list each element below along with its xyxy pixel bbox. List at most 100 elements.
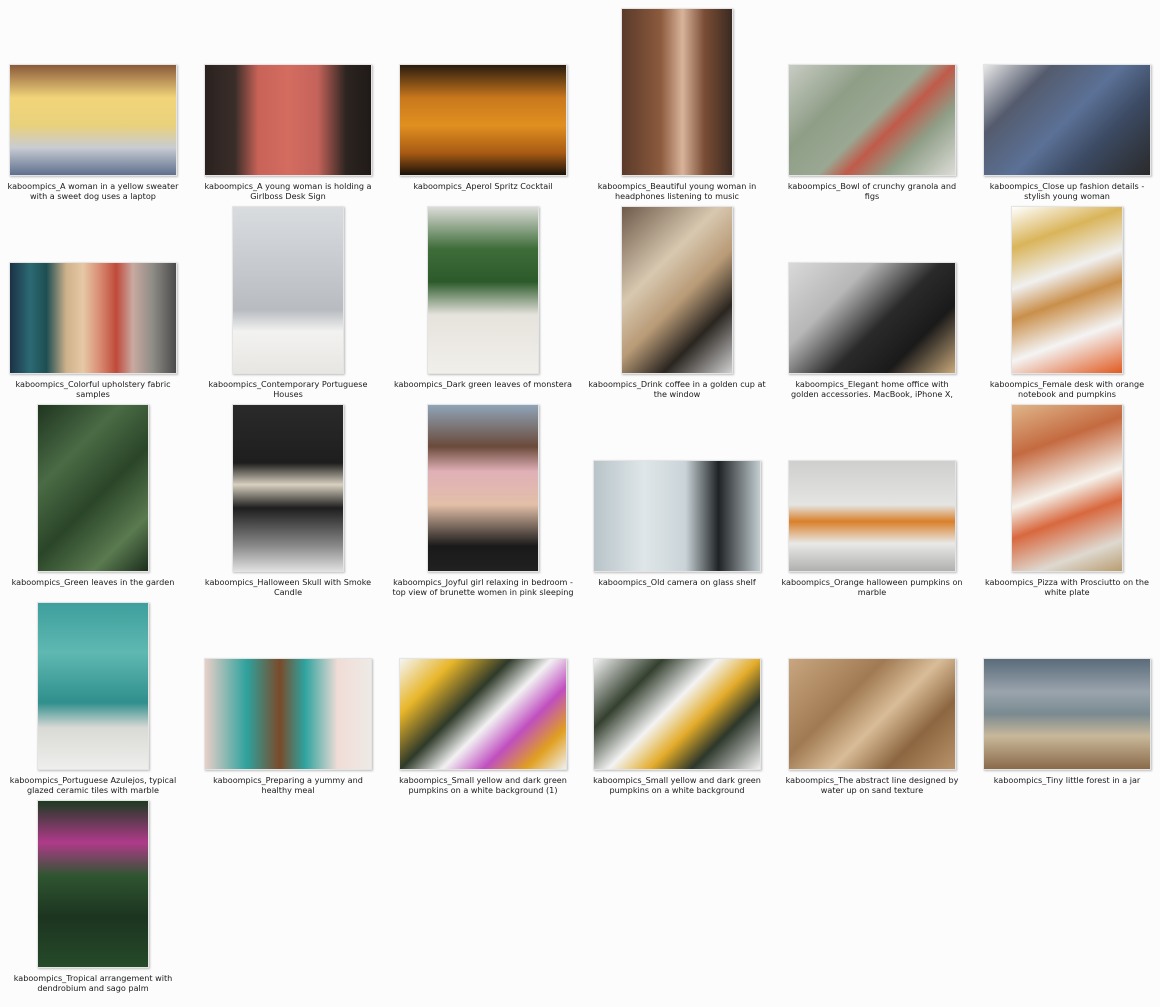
thumbnail-frame xyxy=(392,404,574,572)
thumbnail-frame xyxy=(976,404,1158,572)
thumbnail-image[interactable] xyxy=(37,602,149,770)
thumbnail-image[interactable] xyxy=(232,404,344,572)
file-item[interactable]: kaboompics_Colorful upholstery fabric sa… xyxy=(2,208,184,404)
file-name-label: kaboompics_Joyful girl relaxing in bedro… xyxy=(392,577,574,597)
file-name-label: kaboompics_Drink coffee in a golden cup … xyxy=(588,379,766,399)
file-item[interactable]: kaboompics_Elegant home office with gold… xyxy=(781,208,963,404)
thumbnail-image[interactable] xyxy=(593,460,761,572)
file-name-label: kaboompics_The abstract line designed by… xyxy=(785,775,959,795)
thumbnail-image[interactable] xyxy=(232,206,344,374)
file-item[interactable]: kaboompics_Beautiful young woman in head… xyxy=(586,8,768,206)
file-name-label: kaboompics_Small yellow and dark green p… xyxy=(399,775,567,795)
thumbnail-frame xyxy=(392,10,574,176)
file-name-label: kaboompics_Small yellow and dark green p… xyxy=(593,775,761,795)
thumbnail-frame xyxy=(976,10,1158,176)
thumbnail-frame xyxy=(2,404,184,572)
thumbnail-image[interactable] xyxy=(983,658,1151,770)
thumbnail-image[interactable] xyxy=(788,658,956,770)
file-name-label: kaboompics_Tiny little forest in a jar xyxy=(993,775,1141,785)
thumbnail-image[interactable] xyxy=(399,64,567,176)
file-name-label: kaboompics_Old camera on glass shelf xyxy=(598,577,756,587)
file-item[interactable]: kaboompics_Aperol Spritz Cocktail xyxy=(392,10,574,206)
file-name-label: kaboompics_Close up fashion details - st… xyxy=(989,181,1145,201)
file-name-label: kaboompics_Beautiful young woman in head… xyxy=(597,181,757,201)
file-item[interactable]: kaboompics_Portuguese Azulejos, typical … xyxy=(2,602,184,800)
file-item[interactable]: kaboompics_Pizza with Prosciutto on the … xyxy=(976,404,1158,602)
file-item[interactable]: kaboompics_Drink coffee in a golden cup … xyxy=(586,206,768,404)
file-name-label: kaboompics_Orange halloween pumpkins on … xyxy=(781,577,963,597)
thumbnail-image[interactable] xyxy=(204,658,372,770)
file-item[interactable]: kaboompics_Female desk with orange noteb… xyxy=(976,206,1158,404)
thumbnail-frame xyxy=(586,8,768,176)
file-name-label: kaboompics_Halloween Skull with Smoke Ca… xyxy=(204,577,372,597)
thumbnail-image[interactable] xyxy=(427,404,539,572)
file-item[interactable]: kaboompics_Contemporary Portuguese House… xyxy=(197,206,379,404)
file-item[interactable]: kaboompics_Small yellow and dark green p… xyxy=(586,604,768,800)
file-item[interactable]: kaboompics_Halloween Skull with Smoke Ca… xyxy=(197,404,379,602)
thumbnail-frame xyxy=(392,206,574,374)
thumbnail-image[interactable] xyxy=(593,658,761,770)
thumbnail-frame xyxy=(976,604,1158,770)
file-item[interactable]: kaboompics_Dark green leaves of monstera xyxy=(392,206,574,404)
file-name-label: kaboompics_Portuguese Azulejos, typical … xyxy=(9,775,177,795)
file-name-label: kaboompics_Contemporary Portuguese House… xyxy=(208,379,368,399)
thumbnail-frame xyxy=(781,208,963,374)
thumbnail-frame xyxy=(2,800,184,968)
file-item[interactable]: kaboompics_Small yellow and dark green p… xyxy=(392,604,574,800)
thumbnail-frame xyxy=(2,10,184,176)
thumbnail-image[interactable] xyxy=(788,460,956,572)
file-item[interactable]: kaboompics_Bowl of crunchy granola and f… xyxy=(781,10,963,206)
thumbnail-frame xyxy=(197,206,379,374)
thumbnail-image[interactable] xyxy=(621,206,733,374)
file-name-label: kaboompics_Colorful upholstery fabric sa… xyxy=(15,379,171,399)
file-name-label: kaboompics_Female desk with orange noteb… xyxy=(989,379,1145,399)
file-item[interactable]: kaboompics_Joyful girl relaxing in bedro… xyxy=(392,404,574,602)
thumbnail-frame xyxy=(781,604,963,770)
file-item[interactable]: kaboompics_Old camera on glass shelf xyxy=(586,406,768,602)
thumbnail-image[interactable] xyxy=(399,658,567,770)
thumbnail-frame xyxy=(976,206,1158,374)
thumbnail-image[interactable] xyxy=(9,262,177,374)
file-name-label: kaboompics_Bowl of crunchy granola and f… xyxy=(787,181,957,201)
file-item[interactable]: kaboompics_A young woman is holding a Gi… xyxy=(197,10,379,206)
thumbnail-image[interactable] xyxy=(983,64,1151,176)
thumbnail-image[interactable] xyxy=(788,262,956,374)
file-name-label: kaboompics_Pizza with Prosciutto on the … xyxy=(985,577,1149,597)
thumbnail-frame xyxy=(2,602,184,770)
thumbnail-image[interactable] xyxy=(9,64,177,176)
thumbnail-frame xyxy=(781,406,963,572)
file-name-label: kaboompics_Dark green leaves of monstera xyxy=(393,379,572,389)
thumbnail-grid: kaboompics_A woman in a yellow sweater w… xyxy=(0,0,1160,1007)
file-name-label: kaboompics_A young woman is holding a Gi… xyxy=(204,181,372,201)
file-item[interactable]: kaboompics_Tropical arrangement with den… xyxy=(2,800,184,998)
thumbnail-image[interactable] xyxy=(1011,206,1123,374)
thumbnail-frame xyxy=(197,604,379,770)
file-name-label: kaboompics_Tropical arrangement with den… xyxy=(13,973,173,993)
thumbnail-frame xyxy=(197,10,379,176)
thumbnail-frame xyxy=(2,208,184,374)
thumbnail-frame xyxy=(586,604,768,770)
file-item[interactable]: kaboompics_Preparing a yummy and healthy… xyxy=(197,604,379,800)
thumbnail-image[interactable] xyxy=(37,800,149,968)
thumbnail-image[interactable] xyxy=(37,404,149,572)
file-item[interactable]: kaboompics_Tiny little forest in a jar xyxy=(976,604,1158,800)
thumbnail-image[interactable] xyxy=(621,8,733,176)
file-item[interactable]: kaboompics_Close up fashion details - st… xyxy=(976,10,1158,206)
file-name-label: kaboompics_A woman in a yellow sweater w… xyxy=(7,181,179,201)
file-item[interactable]: kaboompics_The abstract line designed by… xyxy=(781,604,963,800)
file-name-label: kaboompics_Preparing a yummy and healthy… xyxy=(213,775,363,795)
thumbnail-image[interactable] xyxy=(1011,404,1123,572)
file-name-label: kaboompics_Aperol Spritz Cocktail xyxy=(413,181,553,191)
thumbnail-image[interactable] xyxy=(427,206,539,374)
thumbnail-frame xyxy=(586,206,768,374)
thumbnail-frame xyxy=(781,10,963,176)
thumbnail-frame xyxy=(586,406,768,572)
file-name-label: kaboompics_Green leaves in the garden xyxy=(11,577,175,587)
file-item[interactable]: kaboompics_Orange halloween pumpkins on … xyxy=(781,406,963,602)
file-item[interactable]: kaboompics_Green leaves in the garden xyxy=(2,404,184,602)
thumbnail-frame xyxy=(392,604,574,770)
file-item[interactable]: kaboompics_A woman in a yellow sweater w… xyxy=(2,10,184,206)
thumbnail-image[interactable] xyxy=(204,64,372,176)
thumbnail-image[interactable] xyxy=(788,64,956,176)
file-name-label: kaboompics_Elegant home office with gold… xyxy=(791,379,953,399)
